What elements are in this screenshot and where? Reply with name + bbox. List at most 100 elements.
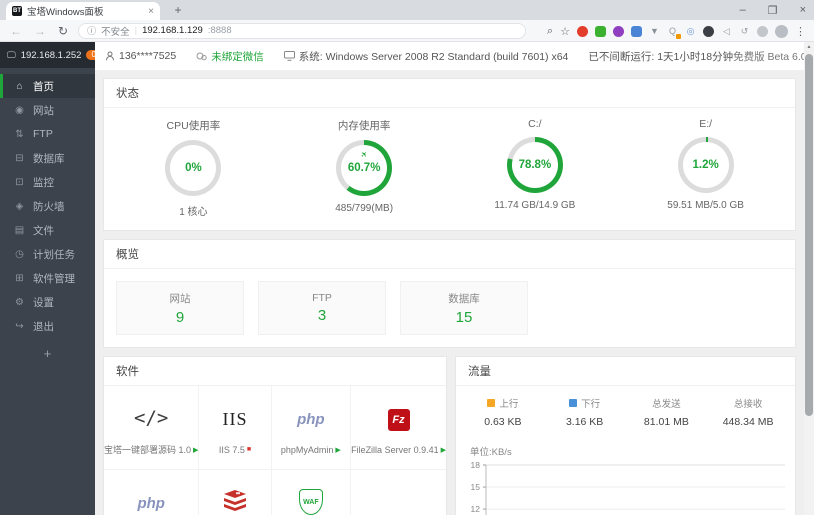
extension-icon[interactable]: ↺ xyxy=(739,26,750,37)
profile-avatar[interactable] xyxy=(775,24,788,38)
traffic-area-chart[interactable]: 1815129630 xyxy=(456,460,795,515)
new-tab-button[interactable]: + xyxy=(170,3,186,19)
extension-icon[interactable] xyxy=(703,25,714,37)
sidebar-item-files[interactable]: ▤ 文件 xyxy=(0,218,95,242)
disk-c-detail: 11.74 GB/14.9 GB xyxy=(494,200,576,211)
legend-label: 总发送 xyxy=(652,399,681,410)
account-number: 136****7525 xyxy=(119,50,177,62)
downstream-value: 3.16 KB xyxy=(565,416,604,428)
sidebar-item-settings[interactable]: ⚙ 设置 xyxy=(0,290,95,314)
extension-icon[interactable]: ◎ xyxy=(685,26,696,37)
sidebar-item-logout[interactable]: ↪ 退出 xyxy=(0,314,95,338)
sidebar-item-sites[interactable]: ◉ 网站 xyxy=(0,98,95,122)
page-scrollbar[interactable]: ▲ xyxy=(804,42,814,515)
svg-text:15: 15 xyxy=(471,482,481,492)
sidebar-item-label: FTP xyxy=(33,128,53,140)
extension-icon[interactable]: Q xyxy=(667,26,681,39)
traffic-panel-title: 流量 xyxy=(456,357,795,386)
extension-icon[interactable]: ◁ xyxy=(721,26,732,37)
software-item-empty xyxy=(351,470,446,515)
extension-icon[interactable] xyxy=(577,25,588,37)
sites-label: 网站 xyxy=(169,292,191,305)
svg-text:18: 18 xyxy=(471,460,481,470)
sidebar-item-database[interactable]: ⊟ 数据库 xyxy=(0,146,95,170)
scrollbar-thumb[interactable] xyxy=(805,54,813,416)
sidebar-item-label: 防火墙 xyxy=(33,200,65,213)
sidebar-item-firewall[interactable]: ◈ 防火墙 xyxy=(0,194,95,218)
legend-downstream: 下行 3.16 KB xyxy=(544,396,626,428)
software-item-deploy[interactable]: </> 宝塔一键部署源码 1.0 ▶ xyxy=(104,386,200,470)
status-play-icon: ▶ xyxy=(335,446,341,454)
overview-panel-title: 概览 xyxy=(104,240,795,269)
memory-gauge[interactable]: 内存使用率 ✈ 60.7% 485/799(MB) xyxy=(279,118,450,218)
status-play-icon: ▶ xyxy=(193,446,199,454)
browser-actions: ⌕ ☆ ▼ Q ◎ ◁ ↺ ⋮ xyxy=(547,20,806,42)
account-info[interactable]: 136****7525 xyxy=(105,50,176,62)
window-maximize-button[interactable]: ❐ xyxy=(768,4,778,17)
software-item-redis[interactable]: redis 1.0▶ xyxy=(199,470,272,515)
downstream-color-swatch xyxy=(569,399,578,407)
gauge-label: CPU使用率 xyxy=(166,120,221,132)
window-close-button[interactable]: × xyxy=(800,4,806,16)
url-separator: | xyxy=(134,25,138,36)
browser-tab[interactable]: BT 宝塔Windows面板 × xyxy=(6,2,160,20)
logout-icon: ↪ xyxy=(15,320,24,332)
sidebar-add-button[interactable]: + xyxy=(0,346,95,361)
disk-e-gauge[interactable]: E:/ 1.2% 59.51 MB/5.0 GB xyxy=(620,118,791,218)
extension-icon[interactable] xyxy=(757,25,768,37)
chrome-menu-icon[interactable]: ⋮ xyxy=(795,25,806,38)
scrollbar-up-arrow-icon[interactable]: ▲ xyxy=(804,42,814,52)
system-monitor-icon xyxy=(283,51,295,61)
software-name: 宝塔一键部署源码 1.0 xyxy=(104,445,192,455)
cron-icon: ◷ xyxy=(15,248,24,260)
extension-icon[interactable] xyxy=(613,25,624,37)
extension-icon[interactable] xyxy=(595,25,606,37)
server-header[interactable]: 🖵 192.168.1.252 0 xyxy=(0,42,101,68)
memory-clean-rocket-icon[interactable]: ✈ xyxy=(359,149,370,160)
ftp-icon: ⇅ xyxy=(15,128,24,140)
gauge-label: E:/ xyxy=(699,118,713,130)
cpu-gauge[interactable]: CPU使用率 0% 1 核心 xyxy=(108,118,279,218)
legend-upstream: 上行 0.63 KB xyxy=(462,396,544,428)
database-label: 数据库 xyxy=(448,292,480,305)
window-minimize-button[interactable]: – xyxy=(740,4,746,16)
software-name: phpMyAdmin xyxy=(280,444,334,455)
software-item-filezilla[interactable]: Fz FileZilla Server 0.9.41 ▶ xyxy=(351,386,446,470)
software-item-phpmyadmin[interactable]: php phpMyAdmin ▶ xyxy=(271,386,352,470)
extension-icon[interactable]: ▼ xyxy=(649,26,660,37)
forward-button[interactable]: → xyxy=(34,24,46,38)
database-count: 15 xyxy=(455,308,473,326)
software-item-iis[interactable]: IIS IIS 7.5 ■ xyxy=(199,386,272,470)
disk-e-percent: 1.2% xyxy=(692,159,719,171)
site-info-icon[interactable]: ⓘ xyxy=(87,24,96,37)
sidebar-item-home[interactable]: ⌂ 首页 xyxy=(0,74,95,98)
chart-unit-label: 单位:KB/s xyxy=(470,447,512,458)
reload-button[interactable]: ↻ xyxy=(58,24,68,38)
back-button[interactable]: ← xyxy=(10,24,22,38)
ftp-count-box[interactable]: FTP 3 xyxy=(258,281,386,335)
tab-close-icon[interactable]: × xyxy=(148,6,154,17)
sidebar: 🖵 192.168.1.252 0 ⌂ 首页 ◉ 网站 ⇅ FTP ⊟ 数据库 … xyxy=(0,42,101,515)
wechat-bind-link[interactable]: 未绑定微信 xyxy=(196,49,264,64)
status-panel: 状态 CPU使用率 0% 1 核心 内存使用率 ✈ 60.7% 485/799(… xyxy=(103,78,796,231)
main-content: 状态 CPU使用率 0% 1 核心 内存使用率 ✈ 60.7% 485/799(… xyxy=(95,70,804,515)
sidebar-item-monitor[interactable]: ⊡ 监控 xyxy=(0,170,95,194)
svg-text:12: 12 xyxy=(471,504,481,514)
sites-count: 9 xyxy=(175,308,185,326)
software-item-waf[interactable]: WAF 宝塔IIS防火墙 1.0▶ xyxy=(272,470,352,515)
software-item-php52[interactable]: php PHP-5.2▶ xyxy=(104,470,200,515)
address-bar[interactable]: ⓘ 不安全 | 192.168.1.129 :8888 xyxy=(78,22,527,39)
software-name: FileZilla Server 0.9.41 xyxy=(351,444,439,455)
software-icon: ⊞ xyxy=(15,272,24,284)
sidebar-item-label: 首页 xyxy=(33,80,54,93)
sidebar-item-cron[interactable]: ◷ 计划任务 xyxy=(0,242,95,266)
bookmark-star-icon[interactable]: ☆ xyxy=(560,25,570,38)
sidebar-item-ftp[interactable]: ⇅ FTP xyxy=(0,122,95,146)
database-count-box[interactable]: 数据库 15 xyxy=(400,281,528,335)
search-icon[interactable]: ⌕ xyxy=(547,25,553,38)
extension-icon[interactable] xyxy=(631,25,642,37)
disk-c-gauge[interactable]: C:/ 78.8% 11.74 GB/14.9 GB xyxy=(450,118,621,218)
sidebar-item-software[interactable]: ⊞ 软件管理 xyxy=(0,266,95,290)
files-icon: ▤ xyxy=(14,224,25,236)
sites-count-box[interactable]: 网站 9 xyxy=(116,281,244,335)
